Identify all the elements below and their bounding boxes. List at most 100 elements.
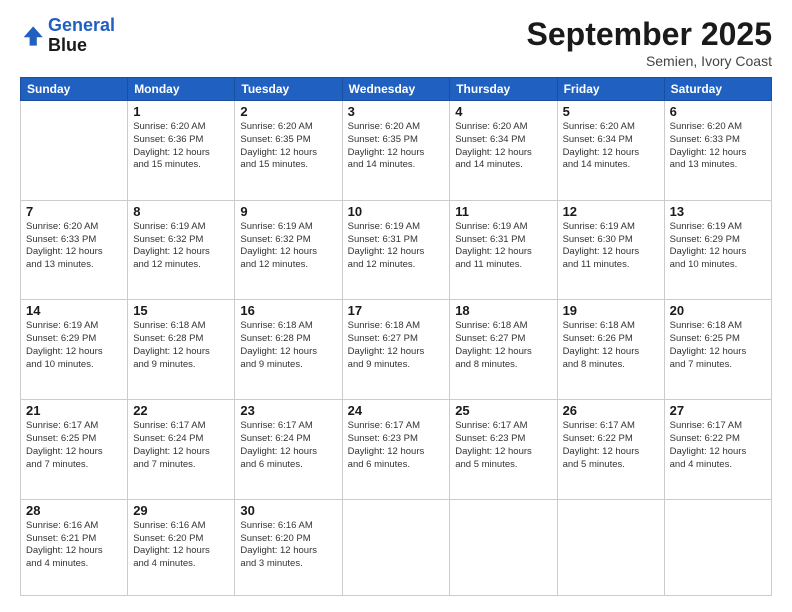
day-number: 22 bbox=[133, 403, 229, 418]
logo: General Blue bbox=[20, 16, 115, 56]
table-row: 13 Sunrise: 6:19 AM Sunset: 6:29 PM Dayli… bbox=[664, 200, 771, 300]
day-info: Sunrise: 6:17 AM Sunset: 6:24 PM Dayligh… bbox=[133, 420, 229, 471]
day-number: 27 bbox=[670, 403, 766, 418]
day-info: Sunrise: 6:19 AM Sunset: 6:29 PM Dayligh… bbox=[670, 221, 766, 272]
table-row: 6 Sunrise: 6:20 AM Sunset: 6:33 PM Daylig… bbox=[664, 101, 771, 201]
table-row: 21 Sunrise: 6:17 AM Sunset: 6:25 PM Dayli… bbox=[21, 400, 128, 500]
header: General Blue September 2025 Semien, Ivor… bbox=[20, 16, 772, 69]
calendar-table: Sunday Monday Tuesday Wednesday Thursday… bbox=[20, 77, 772, 596]
day-info: Sunrise: 6:18 AM Sunset: 6:27 PM Dayligh… bbox=[455, 320, 551, 371]
day-number: 8 bbox=[133, 204, 229, 219]
day-number: 2 bbox=[240, 104, 336, 119]
header-saturday: Saturday bbox=[664, 78, 771, 101]
table-row: 8 Sunrise: 6:19 AM Sunset: 6:32 PM Daylig… bbox=[128, 200, 235, 300]
table-row: 1 Sunrise: 6:20 AM Sunset: 6:36 PM Daylig… bbox=[128, 101, 235, 201]
header-sunday: Sunday bbox=[21, 78, 128, 101]
table-row: 11 Sunrise: 6:19 AM Sunset: 6:31 PM Dayli… bbox=[450, 200, 557, 300]
day-info: Sunrise: 6:20 AM Sunset: 6:34 PM Dayligh… bbox=[455, 121, 551, 172]
table-row: 27 Sunrise: 6:17 AM Sunset: 6:22 PM Dayli… bbox=[664, 400, 771, 500]
day-info: Sunrise: 6:17 AM Sunset: 6:23 PM Dayligh… bbox=[348, 420, 445, 471]
day-info: Sunrise: 6:20 AM Sunset: 6:36 PM Dayligh… bbox=[133, 121, 229, 172]
logo-text: General Blue bbox=[48, 16, 115, 56]
day-info: Sunrise: 6:19 AM Sunset: 6:32 PM Dayligh… bbox=[133, 221, 229, 272]
day-number: 18 bbox=[455, 303, 551, 318]
day-number: 24 bbox=[348, 403, 445, 418]
day-number: 29 bbox=[133, 503, 229, 518]
table-row: 9 Sunrise: 6:19 AM Sunset: 6:32 PM Daylig… bbox=[235, 200, 342, 300]
table-row bbox=[557, 499, 664, 595]
day-info: Sunrise: 6:18 AM Sunset: 6:25 PM Dayligh… bbox=[670, 320, 766, 371]
table-row: 25 Sunrise: 6:17 AM Sunset: 6:23 PM Dayli… bbox=[450, 400, 557, 500]
day-info: Sunrise: 6:20 AM Sunset: 6:35 PM Dayligh… bbox=[240, 121, 336, 172]
day-number: 3 bbox=[348, 104, 445, 119]
table-row: 18 Sunrise: 6:18 AM Sunset: 6:27 PM Dayli… bbox=[450, 300, 557, 400]
table-row: 19Sunrise: 6:18 AM Sunset: 6:26 PM Dayli… bbox=[557, 300, 664, 400]
table-row: 5 Sunrise: 6:20 AM Sunset: 6:34 PM Daylig… bbox=[557, 101, 664, 201]
day-number: 13 bbox=[670, 204, 766, 219]
day-info: Sunrise: 6:20 AM Sunset: 6:33 PM Dayligh… bbox=[26, 221, 122, 272]
calendar-header-row: Sunday Monday Tuesday Wednesday Thursday… bbox=[21, 78, 772, 101]
day-number: 12 bbox=[563, 204, 659, 219]
table-row: 16Sunrise: 6:18 AM Sunset: 6:28 PM Dayli… bbox=[235, 300, 342, 400]
table-row bbox=[664, 499, 771, 595]
day-info: Sunrise: 6:17 AM Sunset: 6:22 PM Dayligh… bbox=[670, 420, 766, 471]
day-info: Sunrise: 6:17 AM Sunset: 6:25 PM Dayligh… bbox=[26, 420, 122, 471]
day-info: Sunrise: 6:17 AM Sunset: 6:24 PM Dayligh… bbox=[240, 420, 336, 471]
day-info: Sunrise: 6:17 AM Sunset: 6:22 PM Dayligh… bbox=[563, 420, 659, 471]
day-number: 1 bbox=[133, 104, 229, 119]
day-info: Sunrise: 6:18 AM Sunset: 6:26 PM Dayligh… bbox=[563, 320, 659, 371]
table-row: 2 Sunrise: 6:20 AM Sunset: 6:35 PM Daylig… bbox=[235, 101, 342, 201]
day-number: 30 bbox=[240, 503, 336, 518]
header-friday: Friday bbox=[557, 78, 664, 101]
day-info: Sunrise: 6:20 AM Sunset: 6:34 PM Dayligh… bbox=[563, 121, 659, 172]
day-number: 11 bbox=[455, 204, 551, 219]
title-area: September 2025 Semien, Ivory Coast bbox=[527, 16, 772, 69]
day-info: Sunrise: 6:18 AM Sunset: 6:27 PM Dayligh… bbox=[348, 320, 445, 371]
day-number: 20 bbox=[670, 303, 766, 318]
day-number: 21 bbox=[26, 403, 122, 418]
day-info: Sunrise: 6:19 AM Sunset: 6:32 PM Dayligh… bbox=[240, 221, 336, 272]
day-info: Sunrise: 6:17 AM Sunset: 6:23 PM Dayligh… bbox=[455, 420, 551, 471]
table-row: 23 Sunrise: 6:17 AM Sunset: 6:24 PM Dayli… bbox=[235, 400, 342, 500]
day-number: 4 bbox=[455, 104, 551, 119]
table-row: 3 Sunrise: 6:20 AM Sunset: 6:35 PM Daylig… bbox=[342, 101, 450, 201]
table-row: 4 Sunrise: 6:20 AM Sunset: 6:34 PM Daylig… bbox=[450, 101, 557, 201]
day-number: 26 bbox=[563, 403, 659, 418]
day-info: Sunrise: 6:16 AM Sunset: 6:20 PM Dayligh… bbox=[133, 520, 229, 571]
day-number: 25 bbox=[455, 403, 551, 418]
table-row: 17 Sunrise: 6:18 AM Sunset: 6:27 PM Dayli… bbox=[342, 300, 450, 400]
day-info: Sunrise: 6:16 AM Sunset: 6:20 PM Dayligh… bbox=[240, 520, 336, 571]
header-monday: Monday bbox=[128, 78, 235, 101]
day-number: 23 bbox=[240, 403, 336, 418]
header-wednesday: Wednesday bbox=[342, 78, 450, 101]
day-info: Sunrise: 6:18 AM Sunset: 6:28 PM Dayligh… bbox=[133, 320, 229, 371]
table-row: 12 Sunrise: 6:19 AM Sunset: 6:30 PM Dayli… bbox=[557, 200, 664, 300]
day-number: 9 bbox=[240, 204, 336, 219]
table-row: 24 Sunrise: 6:17 AM Sunset: 6:23 PM Dayli… bbox=[342, 400, 450, 500]
day-number: 5 bbox=[563, 104, 659, 119]
day-info: Sunrise: 6:19 AM Sunset: 6:31 PM Dayligh… bbox=[455, 221, 551, 272]
day-info: Sunrise: 6:19 AM Sunset: 6:30 PM Dayligh… bbox=[563, 221, 659, 272]
table-row bbox=[342, 499, 450, 595]
day-info: Sunrise: 6:18 AM Sunset: 6:28 PM Dayligh… bbox=[240, 320, 336, 371]
header-tuesday: Tuesday bbox=[235, 78, 342, 101]
table-row: 28Sunrise: 6:16 AM Sunset: 6:21 PM Dayli… bbox=[21, 499, 128, 595]
day-info: Sunrise: 6:20 AM Sunset: 6:35 PM Dayligh… bbox=[348, 121, 445, 172]
day-number: 17 bbox=[348, 303, 445, 318]
table-row: 22 Sunrise: 6:17 AM Sunset: 6:24 PM Dayli… bbox=[128, 400, 235, 500]
day-info: Sunrise: 6:19 AM Sunset: 6:31 PM Dayligh… bbox=[348, 221, 445, 272]
location-subtitle: Semien, Ivory Coast bbox=[527, 53, 772, 69]
day-number: 14 bbox=[26, 303, 122, 318]
table-row: 20 Sunrise: 6:18 AM Sunset: 6:25 PM Dayli… bbox=[664, 300, 771, 400]
table-row: 10Sunrise: 6:19 AM Sunset: 6:31 PM Dayli… bbox=[342, 200, 450, 300]
table-row: 14 Sunrise: 6:19 AM Sunset: 6:29 PM Dayli… bbox=[21, 300, 128, 400]
day-info: Sunrise: 6:20 AM Sunset: 6:33 PM Dayligh… bbox=[670, 121, 766, 172]
day-info: Sunrise: 6:19 AM Sunset: 6:29 PM Dayligh… bbox=[26, 320, 122, 371]
day-number: 7 bbox=[26, 204, 122, 219]
table-row: 30 Sunrise: 6:16 AM Sunset: 6:20 PM Dayli… bbox=[235, 499, 342, 595]
table-row: 15Sunrise: 6:18 AM Sunset: 6:28 PM Dayli… bbox=[128, 300, 235, 400]
table-row: 29 Sunrise: 6:16 AM Sunset: 6:20 PM Dayli… bbox=[128, 499, 235, 595]
day-number: 6 bbox=[670, 104, 766, 119]
table-row: 7 Sunrise: 6:20 AM Sunset: 6:33 PM Daylig… bbox=[21, 200, 128, 300]
table-row bbox=[21, 101, 128, 201]
